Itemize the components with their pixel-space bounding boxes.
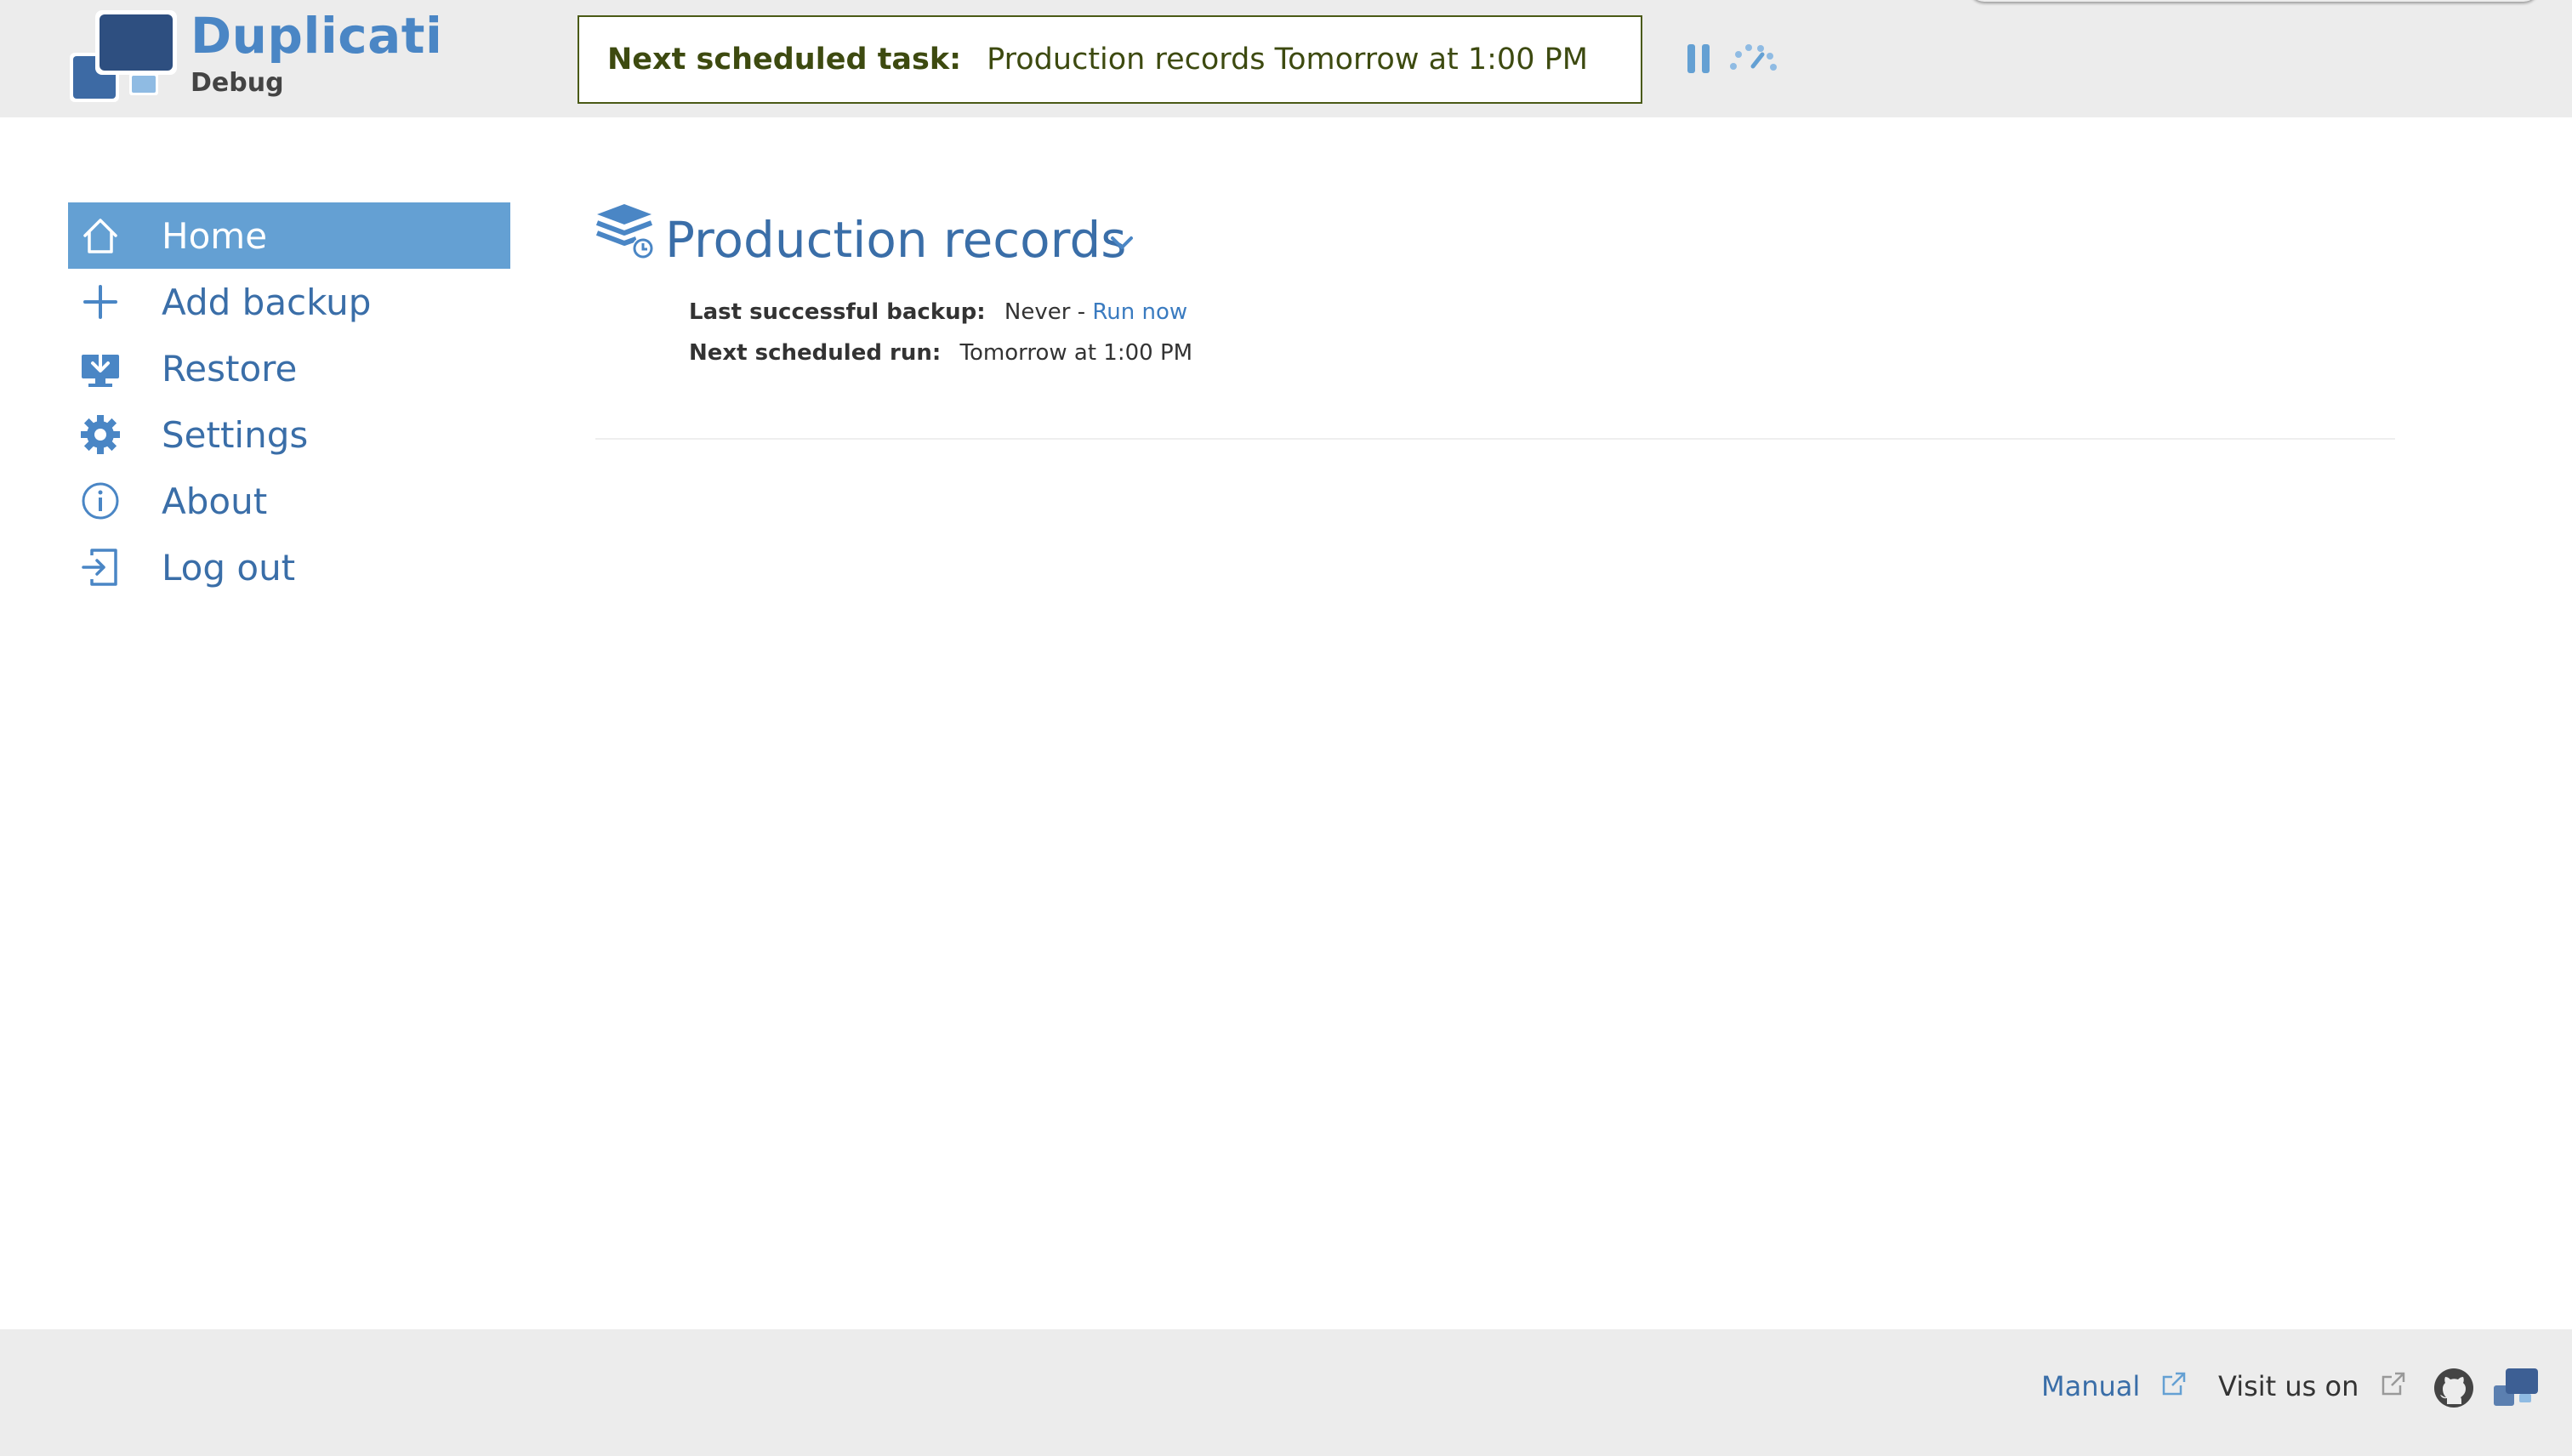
sidebar-item-settings[interactable]: Settings — [68, 401, 510, 468]
logout-icon — [82, 549, 117, 586]
sidebar-item-label: Home — [162, 214, 268, 257]
sidebar-item-home[interactable]: Home — [68, 202, 510, 269]
backup-stack-icon — [595, 204, 654, 259]
last-backup-label: Last successful backup: — [689, 299, 986, 325]
visit-us-link[interactable]: Visit us on — [2218, 1370, 2407, 1402]
backup-title[interactable]: Production records — [665, 211, 1127, 269]
duplicati-logo — [70, 10, 177, 102]
sidebar-item-label: Log out — [162, 546, 296, 589]
sidebar-item-log-out[interactable]: Log out — [68, 534, 510, 600]
sidebar-item-label: About — [162, 480, 268, 522]
last-backup-value: Never - — [1004, 299, 1086, 325]
sidebar-item-about[interactable]: About — [68, 468, 510, 534]
footer: Manual Visit us on — [0, 1329, 2572, 1456]
sidebar-nav: Home Add backup Restore Settings About L… — [68, 202, 510, 600]
restore-icon — [82, 350, 119, 387]
pause-icon[interactable] — [1686, 43, 1711, 75]
duplicati-small-logo-icon[interactable] — [2494, 1367, 2538, 1408]
next-task-label: Next scheduled task: — [607, 43, 962, 77]
divider — [595, 438, 2395, 440]
sidebar-item-restore[interactable]: Restore — [68, 335, 510, 401]
sidebar-item-add-backup[interactable]: Add backup — [68, 269, 510, 335]
chevron-down-icon[interactable] — [1109, 233, 1135, 253]
external-link-icon — [2381, 1372, 2404, 1396]
manual-label: Manual — [2041, 1370, 2141, 1402]
github-icon[interactable] — [2433, 1367, 2475, 1409]
brand-subtitle: Debug — [191, 68, 284, 98]
plus-icon — [83, 285, 117, 319]
next-scheduled-task-banner: Next scheduled task: Production records … — [578, 15, 1642, 104]
brand-name: Duplicati — [191, 7, 443, 65]
next-run-value: Tomorrow at 1:00 PM — [959, 340, 1193, 366]
last-backup-row: Last successful backup: Never - Run now — [689, 299, 1187, 325]
gear-icon — [81, 415, 120, 454]
manual-link[interactable]: Manual — [2041, 1370, 2188, 1402]
sidebar-item-label: Add backup — [162, 281, 372, 323]
home-icon — [83, 219, 117, 253]
info-icon — [82, 482, 119, 520]
top-right-tab — [1969, 0, 2539, 2]
throttle-gauge-icon[interactable] — [1728, 43, 1778, 71]
external-link-icon — [2163, 1372, 2186, 1396]
next-run-label: Next scheduled run: — [689, 340, 942, 366]
sidebar-item-label: Settings — [162, 413, 309, 456]
top-header: Duplicati Debug Next scheduled task: Pro… — [0, 0, 2572, 117]
next-task-value: Production records Tomorrow at 1:00 PM — [987, 43, 1588, 77]
sidebar-item-label: Restore — [162, 347, 298, 390]
visit-us-label: Visit us on — [2218, 1370, 2359, 1402]
run-now-link[interactable]: Run now — [1092, 299, 1187, 325]
next-run-row: Next scheduled run: Tomorrow at 1:00 PM — [689, 340, 1192, 366]
